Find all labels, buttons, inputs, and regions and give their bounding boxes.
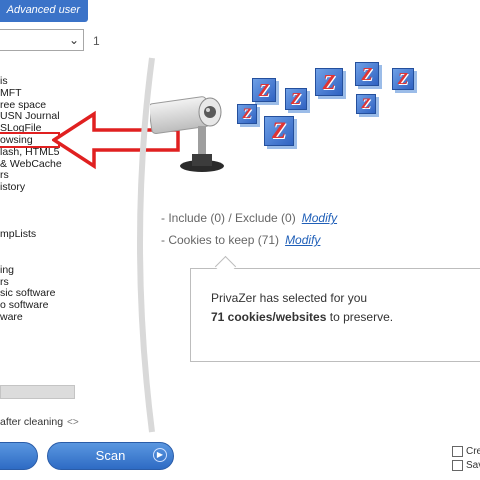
back-button[interactable]: [0, 442, 38, 470]
cleaning-option-item[interactable]: [0, 241, 112, 253]
chevron-down-icon: ⌄: [68, 33, 79, 47]
after-cleaning-option[interactable]: after cleaning <>: [0, 416, 79, 428]
disk-select[interactable]: ⌄: [0, 29, 84, 51]
cleaning-option-item[interactable]: mpLists: [0, 229, 112, 241]
scan-label: Scan: [95, 448, 126, 463]
checkbox-create[interactable]: [452, 446, 463, 457]
cleaning-option-item[interactable]: ware: [0, 311, 112, 324]
z-cube-icon: Z: [237, 104, 257, 124]
cookies-to-keep-label: - Cookies to keep (71): [161, 233, 280, 247]
checkbox-create-label: Cre: [466, 446, 480, 458]
cleaning-option-item[interactable]: [0, 194, 112, 206]
z-cube-icon: Z: [285, 88, 307, 110]
bubble-text: PrivaZer has selected for you 71 cookies…: [211, 289, 393, 327]
bubble-line-2: 71 cookies/websites to preserve.: [211, 308, 393, 327]
swap-icon[interactable]: <>: [67, 417, 79, 428]
after-cleaning-label: after cleaning: [0, 416, 64, 428]
include-exclude-label: - Include (0) / Exclude (0): [161, 211, 296, 225]
cleaning-option-item[interactable]: [0, 253, 112, 265]
checkbox-save[interactable]: [452, 460, 463, 471]
select-count: 1: [93, 34, 100, 48]
bubble-bold: 71 cookies/websites: [211, 310, 327, 324]
cookies-row: - Cookies to keep (71) Modify: [161, 233, 320, 247]
advanced-user-tab[interactable]: Advanced user: [0, 0, 88, 22]
save-option[interactable]: Sav: [452, 460, 480, 471]
modify-cookies-link[interactable]: Modify: [285, 233, 320, 247]
bubble-line-2-rest: to preserve.: [326, 310, 394, 324]
z-cube-icon: Z: [315, 68, 343, 96]
create-option[interactable]: Cre: [452, 446, 480, 457]
checkbox-save-label: Sav: [466, 460, 480, 472]
play-icon: ▶: [153, 448, 167, 462]
z-cube-icon: Z: [264, 116, 294, 146]
z-cube-icon: Z: [252, 78, 276, 102]
security-camera-icon: [150, 96, 224, 172]
cleaning-option-item[interactable]: MFT: [0, 87, 112, 100]
cleaning-option-item[interactable]: ing: [0, 264, 112, 277]
bubble-line-1: PrivaZer has selected for you: [211, 291, 368, 305]
modify-include-link[interactable]: Modify: [302, 211, 337, 225]
progress-bar: [0, 385, 75, 399]
z-cube-icon: Z: [356, 94, 376, 114]
z-cube-icon: Z: [392, 68, 414, 90]
highlight-box: [0, 132, 60, 148]
scan-button[interactable]: Scan ▶: [47, 442, 174, 470]
cleaning-option-item[interactable]: istory: [0, 181, 112, 194]
cleaning-option-item[interactable]: [0, 206, 112, 218]
z-cube-icon: Z: [355, 62, 379, 86]
include-exclude-row: - Include (0) / Exclude (0) Modify: [161, 211, 337, 225]
